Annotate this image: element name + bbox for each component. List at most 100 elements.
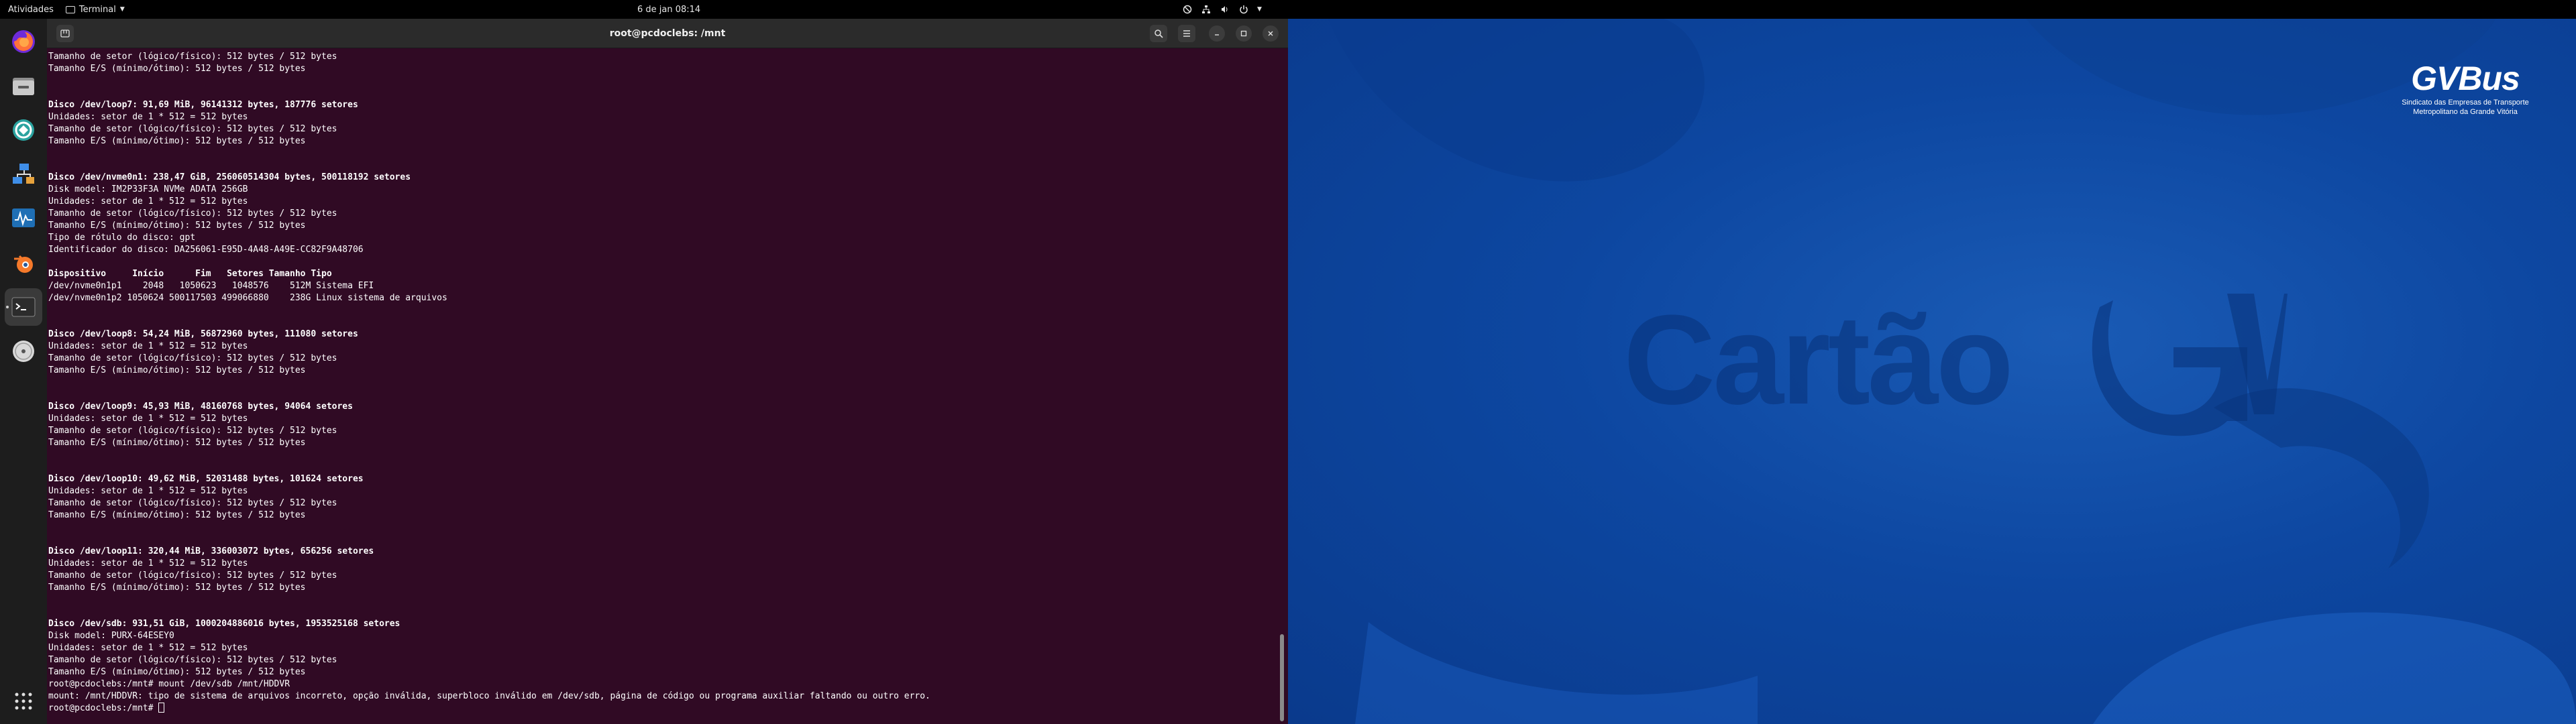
terminal-line: Dispositivo Início Fim Setores Tamanho T… <box>48 269 332 279</box>
dock-blender[interactable] <box>5 244 42 282</box>
system-status-area[interactable]: ▼ <box>1182 0 1262 19</box>
terminal-line: Unidades: setor de 1 * 512 = 512 bytes <box>48 112 248 122</box>
terminal-line: Tamanho E/S (mínimo/ótimo): 512 bytes / … <box>48 667 306 677</box>
terminal-line: Tipo de rótulo do disco: gpt <box>48 233 196 243</box>
terminal-line: Disco /dev/loop7: 91,69 MiB, 96141312 by… <box>48 100 358 110</box>
terminal-line: Tamanho de setor (lógico/físico): 512 by… <box>48 353 337 363</box>
logo-tagline-line-1: Sindicato das Empresas de Transporte <box>2402 99 2529 107</box>
terminal-line: Identificador do disco: DA256061-E95D-4A… <box>48 245 364 255</box>
terminal-header-bar[interactable]: root@pcdoclebs: /mnt <box>47 19 1288 48</box>
text-cursor <box>158 703 165 713</box>
clock-button[interactable]: 6 de jan 08:14 <box>637 0 700 19</box>
search-button[interactable] <box>1150 25 1167 42</box>
clock-label: 6 de jan 08:14 <box>637 4 701 15</box>
chevron-down-icon: ▼ <box>1257 6 1262 13</box>
restore-icon <box>1240 30 1247 37</box>
app-menu-button[interactable]: Terminal ▼ <box>65 4 125 15</box>
terminal-line: Tamanho E/S (mínimo/ótimo): 512 bytes / … <box>48 365 306 375</box>
window-title: root@pcdoclebs: /mnt <box>609 28 726 39</box>
terminal-line: Tamanho de setor (lógico/físico): 512 by… <box>48 124 337 134</box>
terminal-line: Tamanho de setor (lógico/físico): 512 by… <box>48 208 337 219</box>
logo-wordmark: GVBus <box>2411 60 2520 97</box>
activities-button[interactable]: Atividades <box>8 5 54 15</box>
menu-button[interactable] <box>1178 25 1195 42</box>
terminal-line: Disco /dev/sdb: 931,51 GiB, 100020488601… <box>48 619 400 629</box>
top-bar: Atividades Terminal ▼ 6 de jan 08:14 ▼ <box>0 0 2576 19</box>
terminal-line: Tamanho E/S (mínimo/ótimo): 512 bytes / … <box>48 510 306 520</box>
terminal-window[interactable]: root@pcdoclebs: /mnt Tamanho de setor (l… <box>47 19 1288 724</box>
terminal-line: Disco /dev/loop8: 54,24 MiB, 56872960 by… <box>48 329 358 339</box>
monitor-icon <box>12 208 35 227</box>
dock-system-monitor[interactable] <box>5 200 42 237</box>
terminal-line: Disco /dev/loop9: 45,93 MiB, 48160768 by… <box>48 402 353 412</box>
terminal-scrollbar[interactable] <box>1280 634 1284 721</box>
terminal-line: Tamanho de setor (lógico/físico): 512 by… <box>48 498 337 508</box>
terminal-output[interactable]: Tamanho de setor (lógico/físico): 512 by… <box>48 48 1276 724</box>
terminal-line: Tamanho de setor (lógico/físico): 512 by… <box>48 570 337 581</box>
terminal-line: Disco /dev/loop10: 49,62 MiB, 52031488 b… <box>48 474 364 484</box>
prompt-line[interactable]: root@pcdoclebs:/mnt# <box>48 703 1276 715</box>
terminal-line: Tamanho E/S (mínimo/ótimo): 512 bytes / … <box>48 64 306 74</box>
terminal-line: Disco /dev/nvme0n1: 238,47 GiB, 25606051… <box>48 172 411 182</box>
minimize-icon <box>1215 34 1219 36</box>
terminal-line: Unidades: setor de 1 * 512 = 512 bytes <box>48 196 248 206</box>
cartao-watermark: Cartão <box>1623 289 2014 431</box>
terminal-line: Unidades: setor de 1 * 512 = 512 bytes <box>48 643 248 653</box>
terminal-line: Disco /dev/loop11: 320,44 MiB, 336003072… <box>48 546 374 556</box>
terminal-line: Tamanho E/S (mínimo/ótimo): 512 bytes / … <box>48 221 306 231</box>
close-icon <box>1268 31 1273 36</box>
dock-files[interactable] <box>5 67 42 105</box>
terminal-line: root@pcdoclebs:/mnt# mount /dev/sdb /mnt… <box>48 679 290 689</box>
terminal-line: /dev/nvme0n1p1 2048 1050623 1048576 512M… <box>48 281 374 291</box>
desktop-wallpaper: GVBus Sindicato das Empresas de Transpor… <box>1288 19 2576 724</box>
dock <box>0 19 47 724</box>
terminal-icon <box>11 297 36 317</box>
app-menu-label: Terminal <box>78 4 116 15</box>
blender-icon <box>14 255 33 273</box>
do-not-disturb-icon[interactable] <box>1182 4 1193 15</box>
terminal-line: Unidades: setor de 1 * 512 = 512 bytes <box>48 414 248 424</box>
dock-disks[interactable] <box>5 333 42 370</box>
close-button[interactable] <box>1263 25 1279 42</box>
files-icon <box>13 78 34 95</box>
dock-network-tool[interactable] <box>5 156 42 193</box>
network-wired-icon <box>1201 4 1212 15</box>
terminal-line: Tamanho E/S (mínimo/ótimo): 512 bytes / … <box>48 136 306 146</box>
dock-firefox[interactable] <box>5 23 42 60</box>
terminal-app-icon <box>65 5 75 13</box>
disk-icon <box>13 341 34 362</box>
top-bar-left: Atividades Terminal ▼ <box>8 0 125 19</box>
terminal-line: Unidades: setor de 1 * 512 = 512 bytes <box>48 486 248 496</box>
terminal-line: Tamanho de setor (lógico/físico): 512 by… <box>48 426 337 436</box>
terminal-line: Tamanho de setor (lógico/físico): 512 by… <box>48 655 337 665</box>
power-icon <box>1238 4 1249 15</box>
terminal-line: Disk model: PURX-64ESEY0 <box>48 631 174 641</box>
terminal-line: Unidades: setor de 1 * 512 = 512 bytes <box>48 341 248 351</box>
terminal-lines: Tamanho de setor (lógico/físico): 512 by… <box>48 51 1276 703</box>
dock-app-3[interactable] <box>5 111 42 149</box>
maximize-button[interactable] <box>1236 25 1252 42</box>
gvbus-logo: GVBus Sindicato das Empresas de Transpor… <box>2375 59 2556 146</box>
terminal-line: Tamanho E/S (mínimo/ótimo): 512 bytes / … <box>48 438 306 448</box>
network-icon <box>13 164 34 184</box>
minimize-button[interactable] <box>1209 25 1225 42</box>
terminal-line: Disk model: IM2P33F3A NVMe ADATA 256GB <box>48 184 248 194</box>
dock-terminal[interactable] <box>5 288 42 326</box>
show-apps-icon <box>15 692 32 710</box>
volume-icon <box>1220 4 1230 15</box>
hamburger-menu-icon <box>1183 30 1190 37</box>
dock-show-apps[interactable] <box>5 682 42 720</box>
running-indicator <box>6 306 9 308</box>
